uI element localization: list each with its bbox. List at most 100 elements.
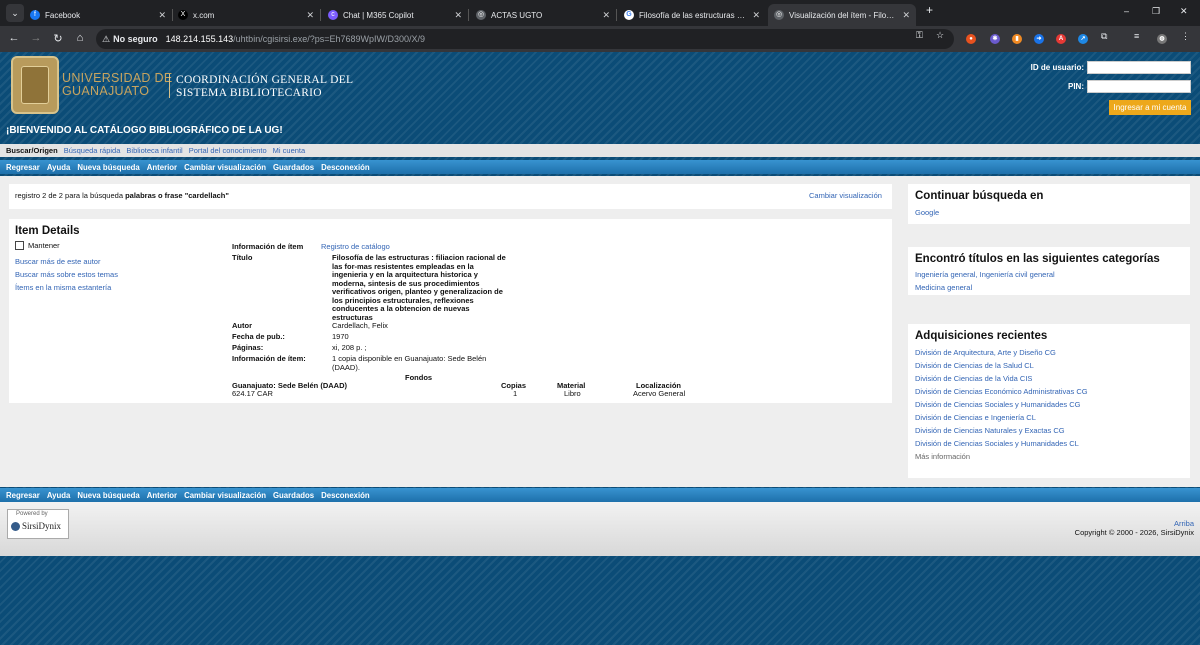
- browser-tab[interactable]: f Facebook ✕: [24, 4, 172, 26]
- close-tab-icon[interactable]: ✕: [602, 10, 610, 21]
- nav-new-search[interactable]: Nueva búsqueda: [77, 491, 139, 500]
- extension-icon[interactable]: ●: [966, 34, 976, 44]
- nav-new-search[interactable]: Nueva búsqueda: [77, 163, 139, 172]
- result-query-type: palabras o frase: [125, 191, 183, 200]
- nav-help[interactable]: Ayuda: [47, 163, 71, 172]
- reload-button[interactable]: ↻: [51, 32, 65, 45]
- close-tab-icon[interactable]: ✕: [158, 10, 166, 21]
- puzzle-icon[interactable]: ⧉: [1101, 31, 1107, 42]
- subnav-current[interactable]: Buscar/Origen: [6, 146, 58, 155]
- extension-icon[interactable]: ▮: [1012, 34, 1022, 44]
- new-tab-button[interactable]: +: [926, 3, 933, 17]
- browser-tab[interactable]: Xx.com ✕: [172, 4, 320, 26]
- search-author-link[interactable]: Buscar más de este autor: [15, 255, 118, 268]
- back-to-top-link[interactable]: Arriba: [1174, 519, 1194, 528]
- recent-link[interactable]: División de Ciencias Económico Administr…: [915, 385, 1088, 398]
- key-icon[interactable]: ⚿: [916, 30, 923, 41]
- forward-button[interactable]: →: [29, 32, 43, 44]
- browser-tab[interactable]: ◎ ACTAS UGTO ✕: [470, 4, 616, 26]
- item-info-label: Información de ítem: [232, 242, 304, 251]
- university-logo-text: UNIVERSIDAD DE GUANAJUATO: [62, 72, 172, 98]
- recent-link[interactable]: División de Ciencias de la Salud CL: [915, 359, 1088, 372]
- site-header: UNIVERSIDAD DE GUANAJUATO COORDINACIÓN G…: [0, 52, 1200, 142]
- catalog-record-link[interactable]: Registro de catálogo: [321, 242, 390, 252]
- address-bar[interactable]: ⚠ No seguro 148.214.155.143/uhtbin/cgisi…: [96, 29, 954, 49]
- recent-link[interactable]: División de Ciencias Naturales y Exactas…: [915, 424, 1088, 437]
- sirsi-brand: SirsiDynix: [22, 521, 62, 531]
- browser-tab[interactable]: G Filosofía de las estructuras - Fel ✕: [618, 4, 766, 26]
- nav-back[interactable]: Regresar: [6, 163, 40, 172]
- recent-link[interactable]: División de Arquitectura, Arte y Diseño …: [915, 346, 1088, 359]
- nav-previous[interactable]: Anterior: [147, 491, 177, 500]
- globe-icon: ◎: [476, 10, 486, 20]
- star-icon[interactable]: ☆: [936, 30, 944, 41]
- pin-input[interactable]: [1087, 80, 1191, 93]
- change-view-link[interactable]: Cambiar visualización: [809, 191, 882, 201]
- nav-previous[interactable]: Anterior: [147, 163, 177, 172]
- extension-icon[interactable]: ↗: [1078, 34, 1088, 44]
- subnav-link-quick-search[interactable]: Búsqueda rápida: [64, 146, 121, 155]
- tab-separator: [320, 9, 321, 21]
- google-link[interactable]: Google: [915, 208, 939, 218]
- same-shelf-link[interactable]: Ítems en la misma estantería: [15, 281, 118, 294]
- close-tab-icon[interactable]: ✕: [306, 10, 314, 21]
- browser-toolbar: ← → ↻ ⌂ ⚠ No seguro 148.214.155.143/uhtb…: [0, 26, 1200, 52]
- categories-box: Encontró títulos en las siguientes categ…: [908, 247, 1190, 295]
- nav-saved[interactable]: Guardados: [273, 491, 314, 500]
- categories-heading: Encontró títulos en las siguientes categ…: [915, 253, 1160, 265]
- search-subjects-link[interactable]: Buscar más sobre estos temas: [15, 268, 118, 281]
- subnav-link-knowledge-portal[interactable]: Portal del conocimiento: [189, 146, 267, 155]
- reading-list-icon[interactable]: ≡: [1134, 31, 1139, 41]
- nav-help[interactable]: Ayuda: [47, 491, 71, 500]
- continue-search-heading: Continuar búsqueda en: [915, 190, 1044, 202]
- browser-tab[interactable]: c Chat | M365 Copilot ✕: [322, 4, 468, 26]
- subnav-link-my-account[interactable]: Mi cuenta: [273, 146, 306, 155]
- category-link[interactable]: Ingeniería general, Ingeniería civil gen…: [915, 270, 1055, 280]
- recent-link[interactable]: División de Ciencias Sociales y Humanida…: [915, 398, 1088, 411]
- keep-toggle[interactable]: Mantener: [15, 241, 60, 250]
- item-info-line: (DAAD).: [332, 362, 360, 372]
- search-subnav: Buscar/Origen Búsqueda rápida Biblioteca…: [0, 144, 1200, 157]
- result-query: "cardellach": [184, 191, 229, 200]
- tab-search-button[interactable]: ⌄: [6, 4, 24, 22]
- result-count: registro 2 de 2 para la búsqueda palabra…: [15, 191, 229, 201]
- profile-avatar[interactable]: ◍: [1157, 34, 1167, 44]
- adblock-icon[interactable]: A: [1056, 34, 1066, 44]
- recent-link[interactable]: División de Ciencias de la Vida CIS: [915, 372, 1088, 385]
- user-id-input[interactable]: [1087, 61, 1191, 74]
- recent-link[interactable]: División de Ciencias Sociales y Humanida…: [915, 437, 1088, 450]
- more-info-link[interactable]: Más información: [915, 450, 1088, 463]
- subnav-link-children-library[interactable]: Biblioteca infantil: [126, 146, 182, 155]
- keep-checkbox[interactable]: [15, 241, 24, 250]
- close-window-icon[interactable]: ✕: [1180, 6, 1188, 17]
- extension-icon[interactable]: ➜: [1034, 34, 1044, 44]
- home-button[interactable]: ⌂: [73, 32, 87, 44]
- holdings-title: Fondos: [405, 373, 433, 382]
- login-button[interactable]: Ingresar a mi cuenta: [1109, 100, 1191, 115]
- nav-change-view[interactable]: Cambiar visualización: [184, 163, 266, 172]
- tab-separator: [616, 9, 617, 21]
- browser-tab[interactable]: ◎ Visualización del ítem - Filosofía ✕: [768, 4, 916, 26]
- result-info-box: registro 2 de 2 para la búsqueda palabra…: [9, 184, 892, 209]
- library-system-title: COORDINACIÓN GENERAL DEL SISTEMA BIBLIOT…: [176, 74, 353, 100]
- menu-icon[interactable]: ⋮: [1181, 31, 1190, 42]
- close-tab-icon[interactable]: ✕: [752, 10, 760, 21]
- back-button[interactable]: ←: [7, 32, 21, 44]
- close-tab-icon[interactable]: ✕: [902, 10, 910, 21]
- nav-logout[interactable]: Desconexión: [321, 163, 370, 172]
- recent-link[interactable]: División de Ciencias e Ingeniería CL: [915, 411, 1088, 424]
- nav-logout[interactable]: Desconexión: [321, 491, 370, 500]
- sirsidynix-logo[interactable]: Powered by SirsiDynix: [7, 509, 69, 539]
- nav-change-view[interactable]: Cambiar visualización: [184, 491, 266, 500]
- close-tab-icon[interactable]: ✕: [454, 10, 462, 21]
- pubdate-value: 1970: [332, 332, 349, 341]
- restore-icon[interactable]: ❐: [1152, 6, 1160, 17]
- nav-saved[interactable]: Guardados: [273, 163, 314, 172]
- top-nav-bar: Regresar Ayuda Nueva búsqueda Anterior C…: [0, 160, 1200, 174]
- category-link[interactable]: Medicina general: [915, 283, 972, 293]
- extension-icon[interactable]: ✱: [990, 34, 1000, 44]
- nav-back[interactable]: Regresar: [6, 491, 40, 500]
- main-content: registro 2 de 2 para la búsqueda palabra…: [0, 176, 1200, 487]
- minimize-icon[interactable]: –: [1124, 6, 1129, 16]
- security-label: No seguro: [113, 34, 158, 44]
